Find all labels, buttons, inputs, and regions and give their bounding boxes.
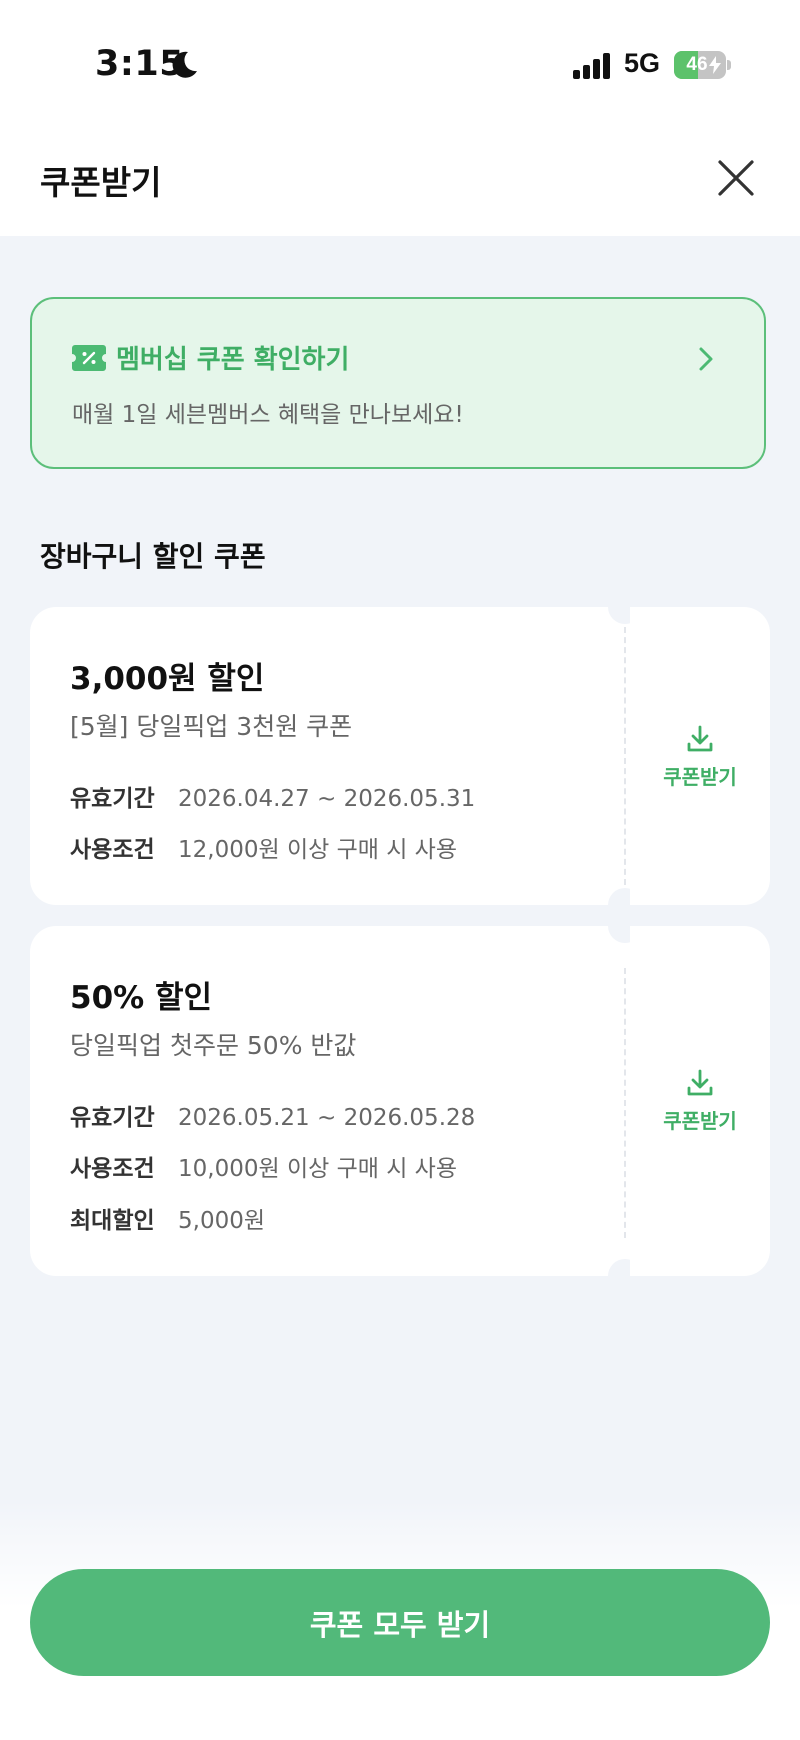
battery-cap — [727, 60, 731, 70]
coupon-detail-row: 유효기간 2026.05.21 ~ 2026.05.28 — [70, 1098, 475, 1132]
coupon-detail-label: 유효기간 — [70, 786, 155, 812]
coupon-detail-label: 사용조건 — [70, 837, 155, 863]
coupon-detail-row: 사용조건 10,000원 이상 구매 시 사용 — [70, 1149, 457, 1183]
coupon-amount: 50% 할인 — [70, 980, 213, 1016]
chevron-right-icon — [699, 347, 713, 371]
status-bar: 3:15 5G 46 — [0, 0, 800, 130]
coupon-download-label: 쿠폰받기 — [663, 765, 737, 789]
coupon-detail-label: 유효기간 — [70, 1105, 155, 1131]
download-all-coupons-button[interactable]: 쿠폰 모두 받기 — [30, 1569, 770, 1676]
battery-icon: 46 — [674, 51, 726, 79]
coupon-download-label: 쿠폰받기 — [663, 1109, 737, 1133]
coupon-detail-row: 사용조건 12,000원 이상 구매 시 사용 — [70, 830, 457, 864]
page-title: 쿠폰받기 — [40, 163, 162, 202]
coupon-detail-label: 최대할인 — [70, 1208, 155, 1234]
coupon-card: 3,000원 할인 [5월] 당일픽업 3천원 쿠폰 유효기간 2026.04.2… — [30, 590, 770, 922]
coupon-detail-value: 10,000원 이상 구매 시 사용 — [178, 1156, 458, 1182]
coupon-card: 50% 할인 당일픽업 첫주문 50% 반값 유효기간 2026.05.21 ~ … — [30, 909, 770, 1293]
membership-banner-subtitle: 매월 1일 세븐멤버스 혜택을 만나보세요! — [72, 402, 464, 428]
moon-icon — [172, 51, 197, 78]
top-area: 3:15 5G 46 쿠폰받기 — [0, 0, 800, 236]
close-icon[interactable] — [712, 154, 760, 202]
download-icon — [687, 725, 713, 752]
coupon-detail-row: 최대할인 5,000원 — [70, 1201, 265, 1235]
coupon-detail-label: 사용조건 — [70, 1156, 155, 1182]
bolt-icon — [709, 56, 721, 74]
coupon-name: 당일픽업 첫주문 50% 반값 — [70, 1031, 357, 1060]
coupon-ticket-icon — [72, 345, 106, 371]
download-icon — [687, 1069, 713, 1096]
coupon-download-button[interactable]: 쿠폰받기 — [630, 926, 770, 1276]
coupon-detail-value: 12,000원 이상 구매 시 사용 — [178, 837, 458, 863]
coupon-divider — [624, 627, 626, 885]
membership-coupon-banner[interactable]: 멤버십 쿠폰 확인하기 매월 1일 세븐멤버스 혜택을 만나보세요! — [30, 297, 766, 469]
coupon-detail-value: 2026.04.27 ~ 2026.05.31 — [178, 786, 476, 812]
coupon-download-button[interactable]: 쿠폰받기 — [630, 607, 770, 905]
coupon-detail-row: 유효기간 2026.04.27 ~ 2026.05.31 — [70, 779, 475, 813]
coupon-body: 50% 할인 당일픽업 첫주문 50% 반값 유효기간 2026.05.21 ~ … — [30, 926, 620, 1276]
coupon-detail-value: 5,000원 — [178, 1208, 266, 1234]
coupon-name: [5월] 당일픽업 3천원 쿠폰 — [70, 712, 353, 741]
coupon-detail-value: 2026.05.21 ~ 2026.05.28 — [178, 1105, 476, 1131]
signal-icon — [573, 53, 610, 79]
coupon-divider — [624, 968, 626, 1238]
section-title: 장바구니 할인 쿠폰 — [40, 540, 266, 573]
membership-banner-title: 멤버십 쿠폰 확인하기 — [116, 345, 350, 375]
coupon-body: 3,000원 할인 [5월] 당일픽업 3천원 쿠폰 유효기간 2026.04.2… — [30, 607, 620, 905]
network-type: 5G — [624, 48, 661, 78]
coupon-amount: 3,000원 할인 — [70, 661, 265, 697]
